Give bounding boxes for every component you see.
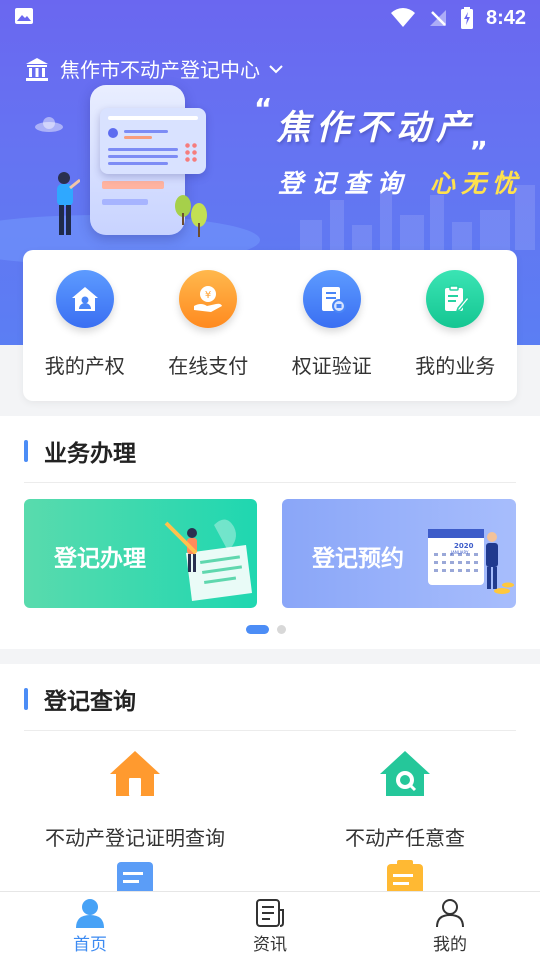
person-filled-icon	[76, 898, 104, 928]
quick-action-online-payment[interactable]: ¥ 在线支付	[147, 250, 271, 401]
payment-icon: ¥	[179, 270, 238, 328]
nav-news[interactable]: 资讯	[180, 892, 360, 960]
calendar-year: 2020	[454, 542, 474, 550]
divider	[24, 482, 516, 483]
divider	[24, 730, 516, 731]
quote-close: „	[470, 120, 489, 153]
query-any-property[interactable]: 不动产任意查	[270, 748, 540, 851]
section-title: 业务办理	[44, 441, 136, 467]
nav-label: 我的	[433, 934, 467, 955]
carousel-pager	[246, 625, 286, 634]
banner-label: 登记办理	[54, 546, 146, 572]
section-header: 登记查询	[24, 682, 136, 716]
home-icon	[110, 751, 160, 796]
slogan-highlight: 心无忧	[430, 169, 524, 198]
quick-action-my-business[interactable]: 我的业务	[394, 250, 518, 401]
quick-actions-card: 我的产权 ¥ 在线支付 权证验证 我的业务	[23, 250, 517, 401]
calendar-illustration	[428, 529, 514, 594]
tree-icon	[191, 203, 207, 237]
quick-action-label: 权证验证	[291, 354, 372, 378]
nav-label: 首页	[73, 934, 107, 955]
svg-text:¥: ¥	[205, 290, 211, 301]
section-header: 业务办理	[24, 434, 136, 468]
nav-home[interactable]: 首页	[0, 892, 180, 960]
no-signal-icon	[429, 10, 446, 26]
slogan-subtitle: 登记查询	[278, 169, 411, 198]
pager-dot-active[interactable]	[246, 625, 269, 634]
section-accent-bar	[24, 688, 28, 710]
banner-label: 登记预约	[312, 546, 404, 572]
banner-registration[interactable]: 登记办理	[24, 499, 257, 608]
battery-charging-icon	[460, 7, 473, 29]
section-accent-bar	[24, 440, 28, 462]
quick-action-my-property[interactable]: 我的产权	[23, 250, 147, 401]
location-selector[interactable]: 焦作市不动产登记中心	[24, 54, 284, 83]
nav-label: 资讯	[253, 934, 287, 955]
quick-action-label: 我的产权	[44, 354, 125, 378]
home-search-icon	[380, 751, 430, 796]
nav-mine[interactable]: 我的	[360, 892, 540, 960]
image-icon	[15, 8, 33, 24]
query-label: 不动产登记证明查询	[45, 826, 225, 850]
house-icon	[55, 270, 114, 328]
person-outline-icon	[436, 898, 464, 927]
quick-action-label: 我的业务	[415, 354, 496, 378]
news-icon	[256, 898, 284, 927]
section-title: 登记查询	[44, 689, 136, 715]
status-time: 8:42	[485, 6, 526, 29]
query-label: 不动产任意查	[345, 826, 465, 850]
business-section: 业务办理 登记办理 登记预约 2020 JANUARY	[0, 416, 540, 649]
edit-document-icon	[426, 270, 485, 328]
government-building-icon	[26, 57, 48, 81]
pager-dot[interactable]	[277, 625, 286, 634]
wifi-icon	[390, 8, 415, 27]
cloud-icon	[35, 117, 63, 132]
banner-appointment[interactable]: 登记预约 2020 JANUARY	[282, 499, 516, 608]
quick-action-certificate-verify[interactable]: 权证验证	[270, 250, 394, 401]
calendar-month: JANUARY	[451, 550, 469, 555]
quote-open: “	[254, 92, 273, 125]
slogan-title: 焦作不动产	[276, 108, 476, 148]
document-pen-illustration	[164, 519, 252, 601]
status-bar: 8:42	[0, 0, 540, 36]
location-name: 焦作市不动产登记中心	[60, 58, 260, 82]
person-illustration	[57, 172, 80, 235]
chevron-down-icon	[269, 64, 283, 73]
query-certificate[interactable]: 不动产登记证明查询	[0, 748, 270, 851]
bottom-navigation: 首页 资讯 我的	[0, 891, 540, 960]
id-card-illustration	[100, 108, 206, 174]
quick-action-label: 在线支付	[168, 354, 249, 378]
certificate-icon	[302, 270, 361, 328]
